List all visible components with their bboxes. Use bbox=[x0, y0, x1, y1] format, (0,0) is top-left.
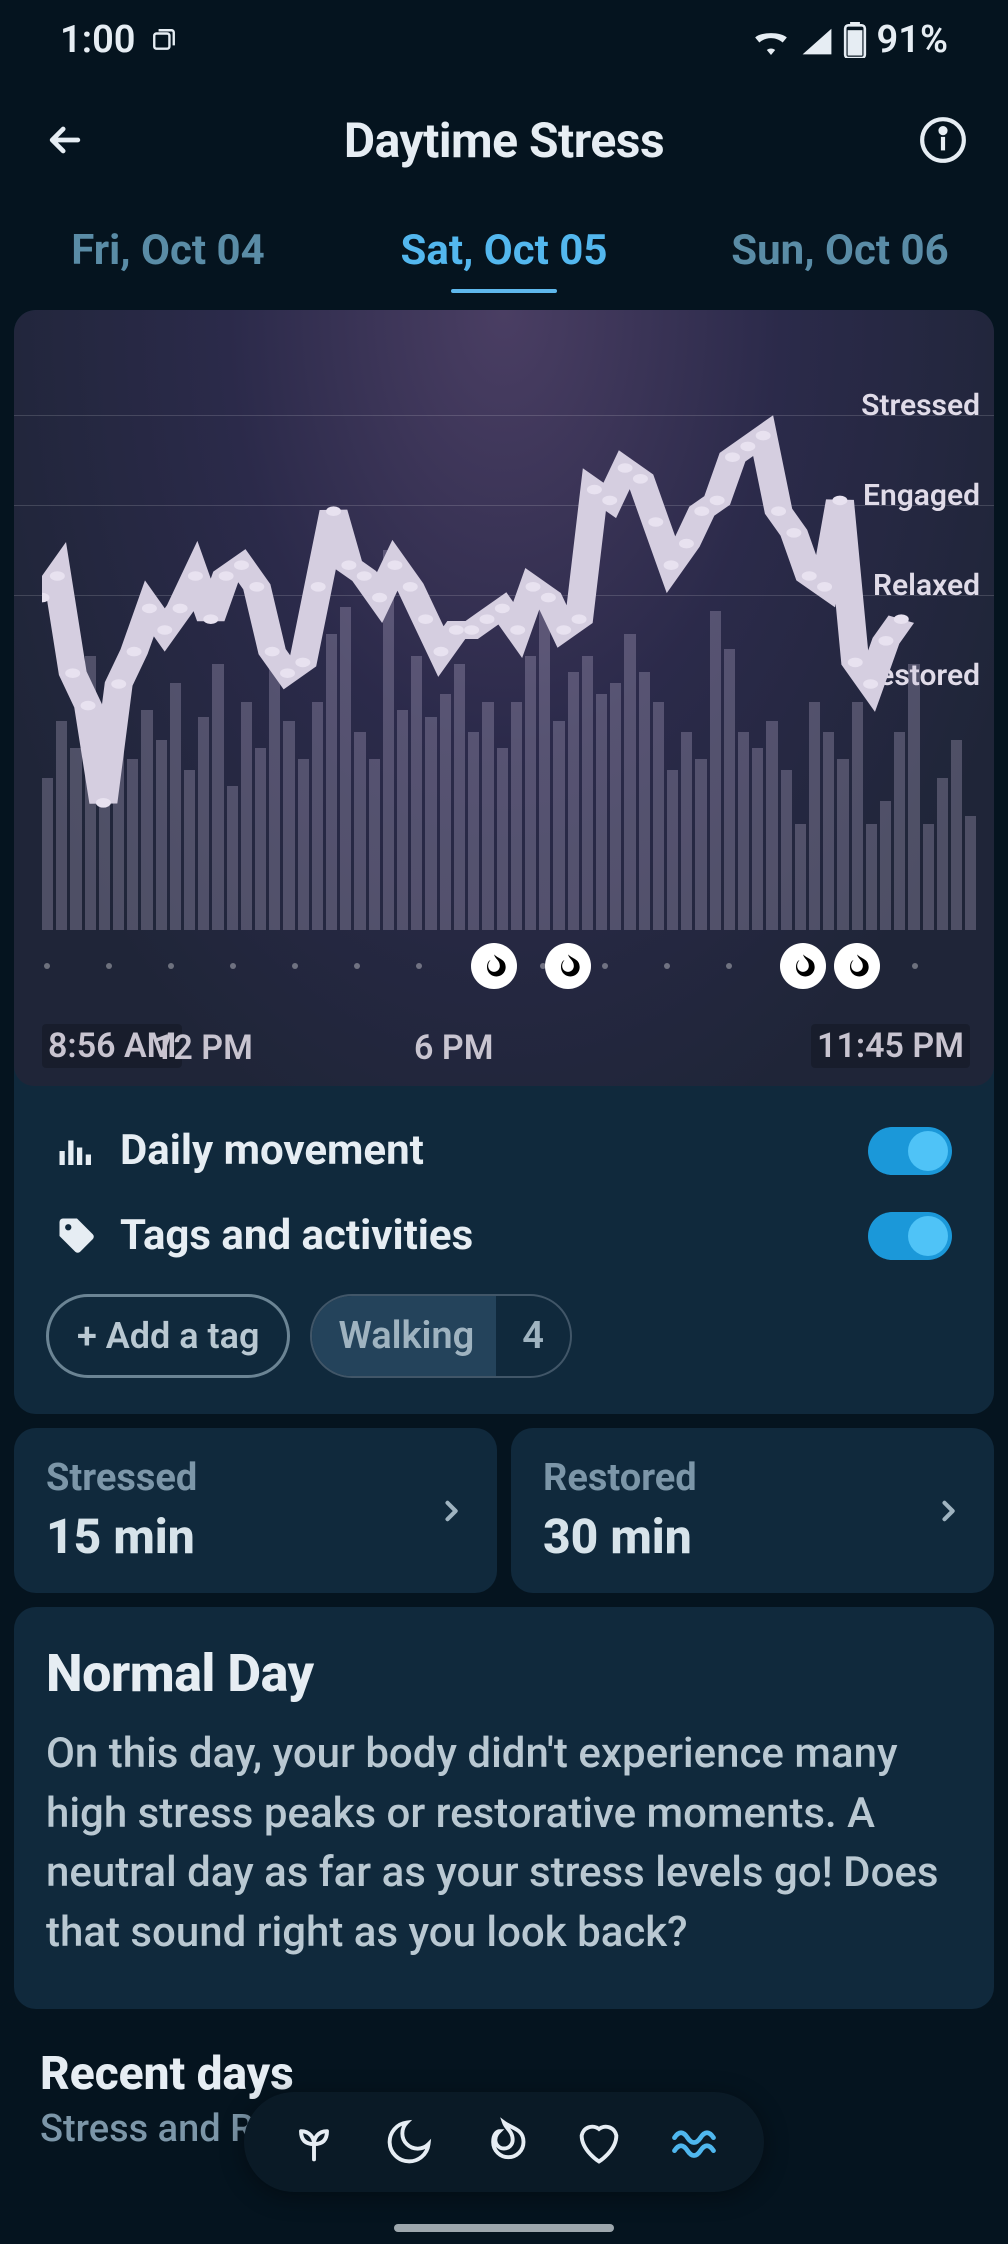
chart-options: Daily movement Tags and activities + Add… bbox=[14, 1082, 994, 1414]
activity-flame-icon[interactable] bbox=[780, 943, 826, 989]
summary-card: Normal Day On this day, your body didn't… bbox=[14, 1607, 994, 2009]
heart-icon bbox=[573, 2116, 625, 2168]
app-header: Daytime Stress bbox=[0, 80, 1008, 200]
activity-flame-icon[interactable] bbox=[545, 943, 591, 989]
stress-line bbox=[42, 330, 976, 930]
tile-stressed-label: Stressed bbox=[46, 1456, 197, 1500]
tile-restored-label: Restored bbox=[543, 1456, 697, 1500]
nav-sleep[interactable] bbox=[379, 2112, 439, 2172]
flame-icon bbox=[478, 2116, 530, 2168]
wifi-icon bbox=[751, 25, 791, 55]
stress-chart[interactable]: Stressed Engaged Relaxed Restored 8:56 A… bbox=[14, 310, 994, 1086]
axis-6pm: 6 PM bbox=[414, 1028, 493, 1068]
summary-body: On this day, your body didn't experience… bbox=[46, 1724, 962, 1963]
sprout-icon bbox=[288, 2116, 340, 2168]
status-battery: 91% bbox=[877, 18, 948, 62]
moon-icon bbox=[383, 2116, 435, 2168]
tab-next-day[interactable]: Sun, Oct 06 bbox=[672, 226, 1008, 275]
switch-tags[interactable] bbox=[868, 1212, 952, 1260]
page-title: Daytime Stress bbox=[344, 112, 664, 169]
toggle-movement-label: Daily movement bbox=[120, 1126, 424, 1175]
nav-resilience[interactable] bbox=[664, 2112, 724, 2172]
toggle-tags-label: Tags and activities bbox=[120, 1211, 473, 1260]
signal-icon bbox=[801, 25, 833, 55]
axis-end: 11:45 PM bbox=[811, 1024, 970, 1068]
waves-icon bbox=[668, 2116, 720, 2168]
info-icon bbox=[918, 115, 968, 165]
nav-readiness[interactable] bbox=[284, 2112, 344, 2172]
tab-prev-day[interactable]: Fri, Oct 04 bbox=[0, 226, 336, 275]
chevron-right-icon bbox=[934, 1497, 962, 1525]
info-button[interactable] bbox=[916, 113, 970, 167]
status-time: 1:00 bbox=[60, 18, 135, 62]
back-button[interactable] bbox=[38, 113, 92, 167]
battery-icon bbox=[843, 22, 867, 58]
tile-restored[interactable]: Restored 30 min bbox=[511, 1428, 994, 1593]
activity-flame-icon[interactable] bbox=[471, 943, 517, 989]
toggle-movement[interactable]: Daily movement bbox=[44, 1108, 964, 1193]
cards-icon bbox=[151, 27, 177, 53]
home-indicator bbox=[394, 2224, 614, 2232]
activity-flame-icon[interactable] bbox=[834, 943, 880, 989]
nav-activity[interactable] bbox=[474, 2112, 534, 2172]
chip-name: Walking bbox=[312, 1296, 496, 1376]
activity-markers bbox=[14, 936, 994, 996]
chip-count: 4 bbox=[496, 1296, 570, 1376]
tile-stressed[interactable]: Stressed 15 min bbox=[14, 1428, 497, 1593]
arrow-left-icon bbox=[43, 118, 87, 162]
tag-icon bbox=[56, 1215, 98, 1257]
stat-row: Stressed 15 min Restored 30 min bbox=[14, 1428, 994, 1593]
nav-heart[interactable] bbox=[569, 2112, 629, 2172]
date-tabs: Fri, Oct 04 Sat, Oct 05 Sun, Oct 06 bbox=[0, 200, 1008, 300]
status-bar: 1:00 91% bbox=[0, 0, 1008, 80]
axis-noon: 12 PM bbox=[154, 1028, 253, 1068]
tab-selected-day[interactable]: Sat, Oct 05 bbox=[336, 226, 672, 275]
switch-movement[interactable] bbox=[868, 1127, 952, 1175]
chevron-right-icon bbox=[437, 1497, 465, 1525]
tile-restored-value: 30 min bbox=[543, 1508, 697, 1565]
add-tag-button[interactable]: + Add a tag bbox=[46, 1294, 290, 1378]
bars-icon bbox=[56, 1130, 98, 1172]
chip-walking[interactable]: Walking 4 bbox=[310, 1294, 572, 1378]
tile-stressed-value: 15 min bbox=[46, 1508, 197, 1565]
summary-title: Normal Day bbox=[46, 1643, 962, 1704]
stress-card: Stressed Engaged Relaxed Restored 8:56 A… bbox=[14, 310, 994, 1414]
bottom-nav bbox=[244, 2092, 764, 2192]
toggle-tags[interactable]: Tags and activities bbox=[44, 1193, 964, 1278]
time-axis: 8:56 AM 12 PM 6 PM 11:45 PM bbox=[14, 996, 994, 1086]
